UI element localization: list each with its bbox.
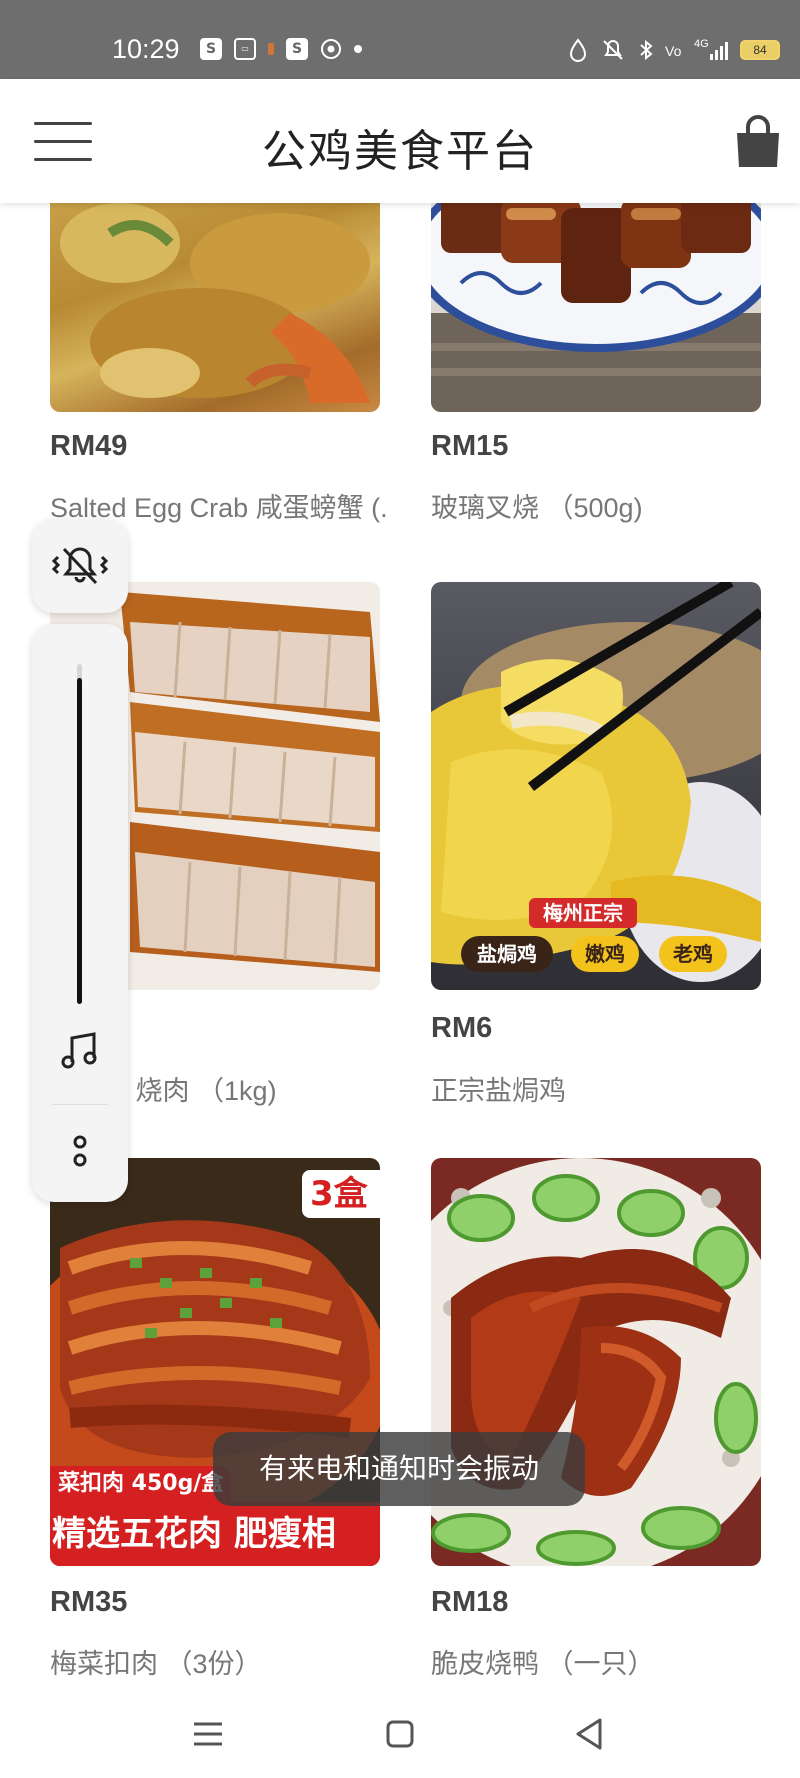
- promo-banner: 精选五花肉 肥瘦相: [50, 1502, 380, 1566]
- volume-panel: [32, 624, 128, 1202]
- volume-level: [77, 678, 82, 1004]
- music-note-icon[interactable]: [58, 1028, 102, 1072]
- menu-icon[interactable]: [186, 1712, 230, 1756]
- chrome-icon: [321, 39, 341, 59]
- variant-tag: 盐焗鸡: [461, 936, 553, 972]
- app-screen: 10:29 S ▭ S Vo 4G 84 公鸡美食平台 RM49 Salted …: [0, 0, 800, 1778]
- shopping-bag-icon[interactable]: [733, 115, 783, 169]
- product-name: 脆皮烧鸭 （一只）: [431, 1649, 655, 1679]
- weight-banner: 菜扣肉 450g/盒: [50, 1466, 232, 1502]
- vibrate-toast: 有来电和通知时会振动: [213, 1432, 585, 1506]
- product-card[interactable]: 3盒 菜扣肉 450g/盒 精选五花肉 肥瘦相 RM35 梅菜扣肉 （3份）: [50, 1158, 380, 1679]
- product-price: RM49: [50, 430, 128, 462]
- volte-icon: Vo: [665, 43, 682, 59]
- status-time: 10:29: [112, 34, 180, 64]
- product-image: 梅州正宗 盐焗鸡 嫩鸡 老鸡: [431, 582, 761, 990]
- divider: [52, 1104, 108, 1105]
- product-card[interactable]: RM18 脆皮烧鸭 （一只）: [431, 1158, 761, 1679]
- vibrate-mute-icon: [51, 547, 109, 585]
- back-icon[interactable]: [568, 1712, 612, 1756]
- home-icon[interactable]: [378, 1712, 422, 1756]
- product-card[interactable]: 梅州正宗 盐焗鸡 嫩鸡 老鸡 RM6 正宗盐焗鸡: [431, 582, 761, 1122]
- ringer-mode-button[interactable]: [32, 519, 128, 613]
- variant-tag: 老鸡: [659, 936, 727, 972]
- product-price: RM15: [431, 430, 509, 462]
- notification-icons: S ▭ S: [200, 38, 362, 60]
- origin-tag: 梅州正宗: [529, 898, 637, 928]
- variant-tag: 嫩鸡: [571, 936, 639, 972]
- roast-pork-slices: [120, 592, 380, 972]
- app-notification-icon: ▭: [234, 38, 256, 60]
- product-name: 正宗盐焗鸡: [431, 1076, 566, 1106]
- orange-notification-icon: [268, 43, 274, 55]
- page-title: 公鸡美食平台: [262, 126, 538, 177]
- product-price: RM35: [50, 1586, 128, 1618]
- signal-icon: 4G: [694, 38, 730, 62]
- more-icon[interactable]: [68, 1132, 92, 1172]
- data-saver-icon: [569, 38, 587, 62]
- pack-badge: 3盒: [302, 1170, 380, 1218]
- product-image: [50, 193, 380, 412]
- network-type: 4G: [694, 38, 709, 50]
- status-bar: 10:29 S ▭ S Vo 4G 84: [0, 0, 800, 79]
- vibrate-mute-status-icon: [603, 40, 623, 60]
- bluetooth-icon: [640, 39, 653, 61]
- volume-slider[interactable]: [77, 664, 82, 1004]
- skype-icon: S: [286, 38, 308, 60]
- product-price: RM6: [431, 1012, 493, 1044]
- battery-indicator: 84: [740, 40, 780, 60]
- product-name: 梅菜扣肉 （3份）: [50, 1649, 262, 1679]
- product-card[interactable]: RM15 玻璃叉烧 （500g): [431, 193, 761, 523]
- system-icons: Vo 4G 84: [568, 38, 780, 62]
- more-notifications-dot: [354, 45, 362, 53]
- product-name: 玻璃叉烧 （500g): [431, 493, 643, 523]
- product-card[interactable]: RM49 Salted Egg Crab 咸蛋螃蟹 (...: [50, 193, 390, 523]
- shopee-icon: S: [200, 38, 222, 60]
- system-nav-bar: [0, 1690, 800, 1778]
- app-header: 公鸡美食平台: [0, 79, 800, 203]
- svg-text:Vo: Vo: [665, 43, 682, 59]
- product-price: RM18: [431, 1586, 509, 1618]
- product-image: [431, 193, 761, 412]
